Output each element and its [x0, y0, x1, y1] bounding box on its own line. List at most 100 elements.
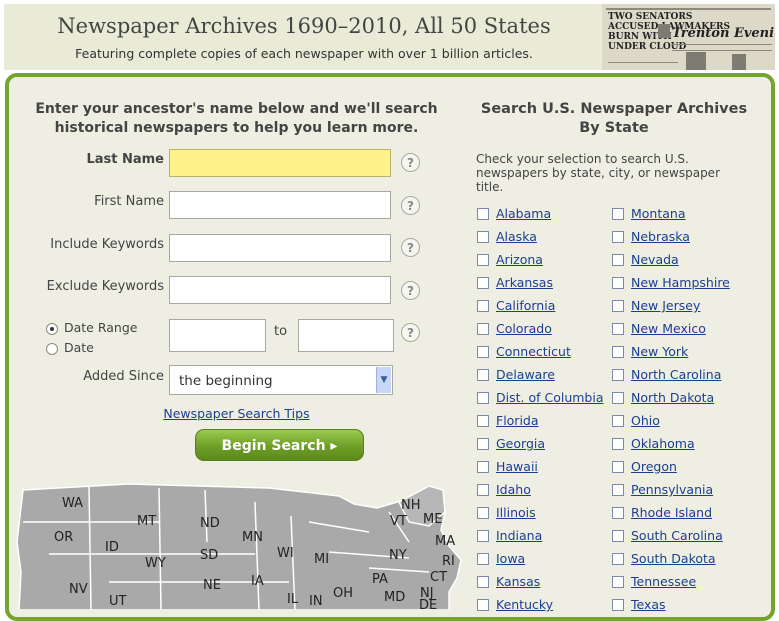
state-link[interactable]: Alabama [496, 206, 551, 221]
state-checkbox[interactable] [612, 599, 624, 611]
state-checkbox[interactable] [477, 530, 489, 542]
date-help-icon[interactable]: ? [401, 323, 420, 342]
state-checkbox[interactable] [612, 553, 624, 565]
state-checkbox[interactable] [477, 553, 489, 565]
map-state-ut[interactable]: UT [109, 594, 126, 609]
exclude-keywords-input[interactable] [169, 276, 391, 304]
state-link[interactable]: Colorado [496, 321, 552, 336]
last-name-input[interactable] [169, 149, 391, 177]
map-state-wi[interactable]: WI [277, 546, 294, 561]
state-checkbox[interactable] [477, 461, 489, 473]
state-link[interactable]: Ohio [631, 413, 660, 428]
state-link[interactable]: New Mexico [631, 321, 706, 336]
state-checkbox[interactable] [477, 438, 489, 450]
state-link[interactable]: New York [631, 344, 688, 359]
include-keywords-help-icon[interactable]: ? [401, 238, 420, 257]
map-state-me[interactable]: ME [423, 512, 442, 527]
state-link[interactable]: South Dakota [631, 551, 716, 566]
state-link[interactable]: Idaho [496, 482, 531, 497]
state-link[interactable]: Alaska [496, 229, 537, 244]
state-checkbox[interactable] [477, 484, 489, 496]
date-range-radio[interactable] [46, 323, 58, 335]
map-state-md[interactable]: MD [384, 590, 405, 605]
state-checkbox[interactable] [477, 208, 489, 220]
added-since-select[interactable]: the beginning ▼ [169, 365, 393, 395]
begin-search-button[interactable]: Begin Search ▸ [195, 429, 364, 461]
map-state-il[interactable]: IL [287, 592, 298, 607]
state-link[interactable]: Oregon [631, 459, 677, 474]
state-checkbox[interactable] [612, 231, 624, 243]
map-state-nh[interactable]: NH [401, 498, 421, 513]
state-link[interactable]: Iowa [496, 551, 525, 566]
state-checkbox[interactable] [612, 300, 624, 312]
state-link[interactable]: Nevada [631, 252, 679, 267]
map-state-wy[interactable]: WY [145, 556, 166, 571]
map-state-sd[interactable]: SD [200, 548, 218, 563]
state-link[interactable]: Texas [631, 597, 666, 612]
map-state-mi[interactable]: MI [314, 552, 329, 567]
state-checkbox[interactable] [477, 369, 489, 381]
state-checkbox[interactable] [477, 415, 489, 427]
map-state-ct[interactable]: CT [430, 570, 447, 585]
state-link[interactable]: New Hampshire [631, 275, 730, 290]
state-checkbox[interactable] [612, 277, 624, 289]
map-state-oh[interactable]: OH [333, 586, 353, 601]
state-link[interactable]: Dist. of Columbia [496, 390, 604, 405]
search-tips-link[interactable]: Newspaper Search Tips [9, 406, 464, 421]
map-state-ny[interactable]: NY [389, 548, 407, 563]
state-checkbox[interactable] [477, 300, 489, 312]
date-radio[interactable] [46, 343, 58, 355]
state-link[interactable]: Hawaii [496, 459, 538, 474]
state-link[interactable]: Kansas [496, 574, 540, 589]
state-checkbox[interactable] [612, 392, 624, 404]
map-state-ne[interactable]: NE [203, 578, 221, 593]
state-checkbox[interactable] [477, 576, 489, 588]
state-link[interactable]: South Carolina [631, 528, 723, 543]
state-checkbox[interactable] [612, 254, 624, 266]
date-to-input[interactable] [298, 319, 394, 352]
state-link[interactable]: Illinois [496, 505, 536, 520]
state-checkbox[interactable] [477, 346, 489, 358]
state-link[interactable]: Kentucky [496, 597, 553, 612]
exclude-keywords-help-icon[interactable]: ? [401, 281, 420, 300]
state-link[interactable]: Oklahoma [631, 436, 695, 451]
state-checkbox[interactable] [477, 231, 489, 243]
state-link[interactable]: Florida [496, 413, 539, 428]
state-checkbox[interactable] [612, 208, 624, 220]
state-checkbox[interactable] [612, 438, 624, 450]
state-checkbox[interactable] [477, 599, 489, 611]
state-link[interactable]: Rhode Island [631, 505, 712, 520]
state-link[interactable]: Delaware [496, 367, 555, 382]
map-state-mn[interactable]: MN [242, 530, 263, 545]
map-state-or[interactable]: OR [54, 530, 73, 545]
state-checkbox[interactable] [612, 576, 624, 588]
state-link[interactable]: Nebraska [631, 229, 690, 244]
state-checkbox[interactable] [612, 415, 624, 427]
state-link[interactable]: North Dakota [631, 390, 714, 405]
state-checkbox[interactable] [612, 346, 624, 358]
state-link[interactable]: Arkansas [496, 275, 553, 290]
state-checkbox[interactable] [477, 254, 489, 266]
map-state-ia[interactable]: IA [251, 574, 264, 589]
map-state-id[interactable]: ID [105, 540, 119, 555]
us-map[interactable]: WA NH VT ME MT ND MN MA OR ID WY SD WI M… [9, 482, 464, 613]
last-name-help-icon[interactable]: ? [401, 153, 420, 172]
state-checkbox[interactable] [612, 369, 624, 381]
state-checkbox[interactable] [477, 392, 489, 404]
map-state-pa[interactable]: PA [372, 572, 388, 587]
state-checkbox[interactable] [477, 323, 489, 335]
state-link[interactable]: Indiana [496, 528, 542, 543]
map-state-mt[interactable]: MT [137, 514, 156, 529]
state-link[interactable]: Montana [631, 206, 686, 221]
state-link[interactable]: Connecticut [496, 344, 571, 359]
state-link[interactable]: Georgia [496, 436, 545, 451]
map-state-in[interactable]: IN [309, 594, 323, 609]
state-checkbox[interactable] [612, 323, 624, 335]
map-state-nv[interactable]: NV [69, 582, 88, 597]
map-state-ri[interactable]: RI [442, 554, 455, 569]
map-state-ma[interactable]: MA [435, 534, 455, 549]
state-checkbox[interactable] [612, 461, 624, 473]
chevron-down-icon[interactable]: ▼ [376, 367, 391, 393]
map-state-wa[interactable]: WA [62, 496, 83, 511]
state-checkbox[interactable] [477, 277, 489, 289]
